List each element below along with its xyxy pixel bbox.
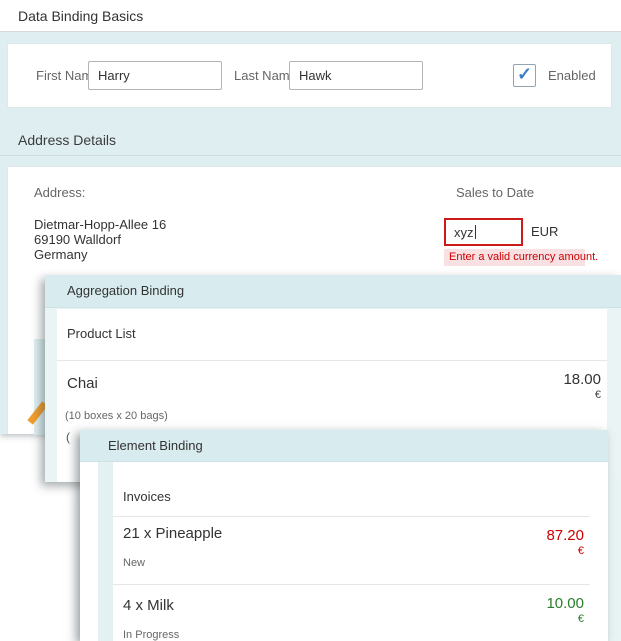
last-name-label: Last Name: [234, 44, 297, 107]
invoice-item-pineapple[interactable]: 21 x Pineapple 87.20 € New: [113, 517, 590, 585]
address-line-2: 69190 Walldorf: [34, 232, 166, 247]
text-cursor: [475, 225, 476, 239]
price-amount: 18.00: [563, 371, 601, 388]
invoice-item-milk[interactable]: 4 x Milk 10.00 € In Progress: [113, 585, 590, 641]
invoices-list-header: Invoices: [113, 477, 590, 517]
product-name: Chai: [67, 375, 98, 392]
price-currency: €: [546, 545, 584, 557]
enabled-checkbox[interactable]: ✓: [513, 64, 536, 87]
sales-to-date-label: Sales to Date: [456, 185, 534, 200]
invoice-status: New: [123, 557, 145, 569]
address-label: Address:: [34, 185, 85, 200]
address-details-heading: Address Details: [18, 128, 116, 152]
invoices-list: Invoices 21 x Pineapple 87.20 € New 4 x …: [113, 477, 590, 641]
last-name-input[interactable]: [289, 61, 423, 90]
element-binding-screen: Element Binding Invoices 21 x Pineapple …: [80, 430, 608, 641]
element-binding-header: Element Binding: [80, 430, 608, 462]
page-title: Data Binding Basics: [18, 0, 143, 32]
panel-left-margin: [98, 462, 113, 641]
invoice-status: In Progress: [123, 629, 179, 641]
sales-amount-input[interactable]: xyz: [444, 218, 523, 246]
background-panel-sliver: [608, 478, 621, 641]
product-price: 18.00 €: [563, 371, 601, 401]
price-amount: 10.00: [546, 595, 584, 612]
validation-error-message: Enter a valid currency amount.: [444, 249, 585, 266]
product-list-header: Product List: [57, 309, 607, 361]
product-quantity: (10 boxes x 20 bags): [65, 410, 168, 422]
product-list-title: Product List: [67, 309, 136, 359]
app-title-bar: Data Binding Basics: [0, 0, 621, 32]
invoices-list-title: Invoices: [123, 477, 171, 517]
next-row-fragment: (: [66, 430, 70, 444]
currency-code-label: EUR: [531, 224, 558, 239]
price-amount: 87.20: [546, 527, 584, 544]
sales-input-value: xyz: [454, 225, 474, 240]
invoice-name: 4 x Milk: [123, 597, 174, 614]
checkmark-icon: ✓: [517, 65, 532, 83]
address-text: Dietmar-Hopp-Allee 16 69190 Walldorf Ger…: [34, 217, 166, 262]
aggregation-binding-header: Aggregation Binding: [45, 275, 621, 308]
first-name-input[interactable]: [88, 61, 222, 90]
invoice-price: 10.00 €: [546, 595, 584, 625]
invoice-name: 21 x Pineapple: [123, 525, 222, 542]
price-currency: €: [563, 389, 601, 401]
enabled-label: Enabled: [548, 44, 596, 107]
invoice-price: 87.20 €: [546, 527, 584, 557]
price-currency: €: [546, 613, 584, 625]
address-line-3: Germany: [34, 247, 166, 262]
heading-underline: [0, 155, 621, 156]
address-line-1: Dietmar-Hopp-Allee 16: [34, 217, 166, 232]
element-binding-title: Element Binding: [108, 430, 203, 462]
name-form-panel: First Name Last Name ✓ Enabled: [7, 43, 612, 108]
aggregation-binding-title: Aggregation Binding: [67, 275, 184, 307]
screenshot-stage: Data Binding Basics First Name Last Name…: [0, 0, 621, 641]
